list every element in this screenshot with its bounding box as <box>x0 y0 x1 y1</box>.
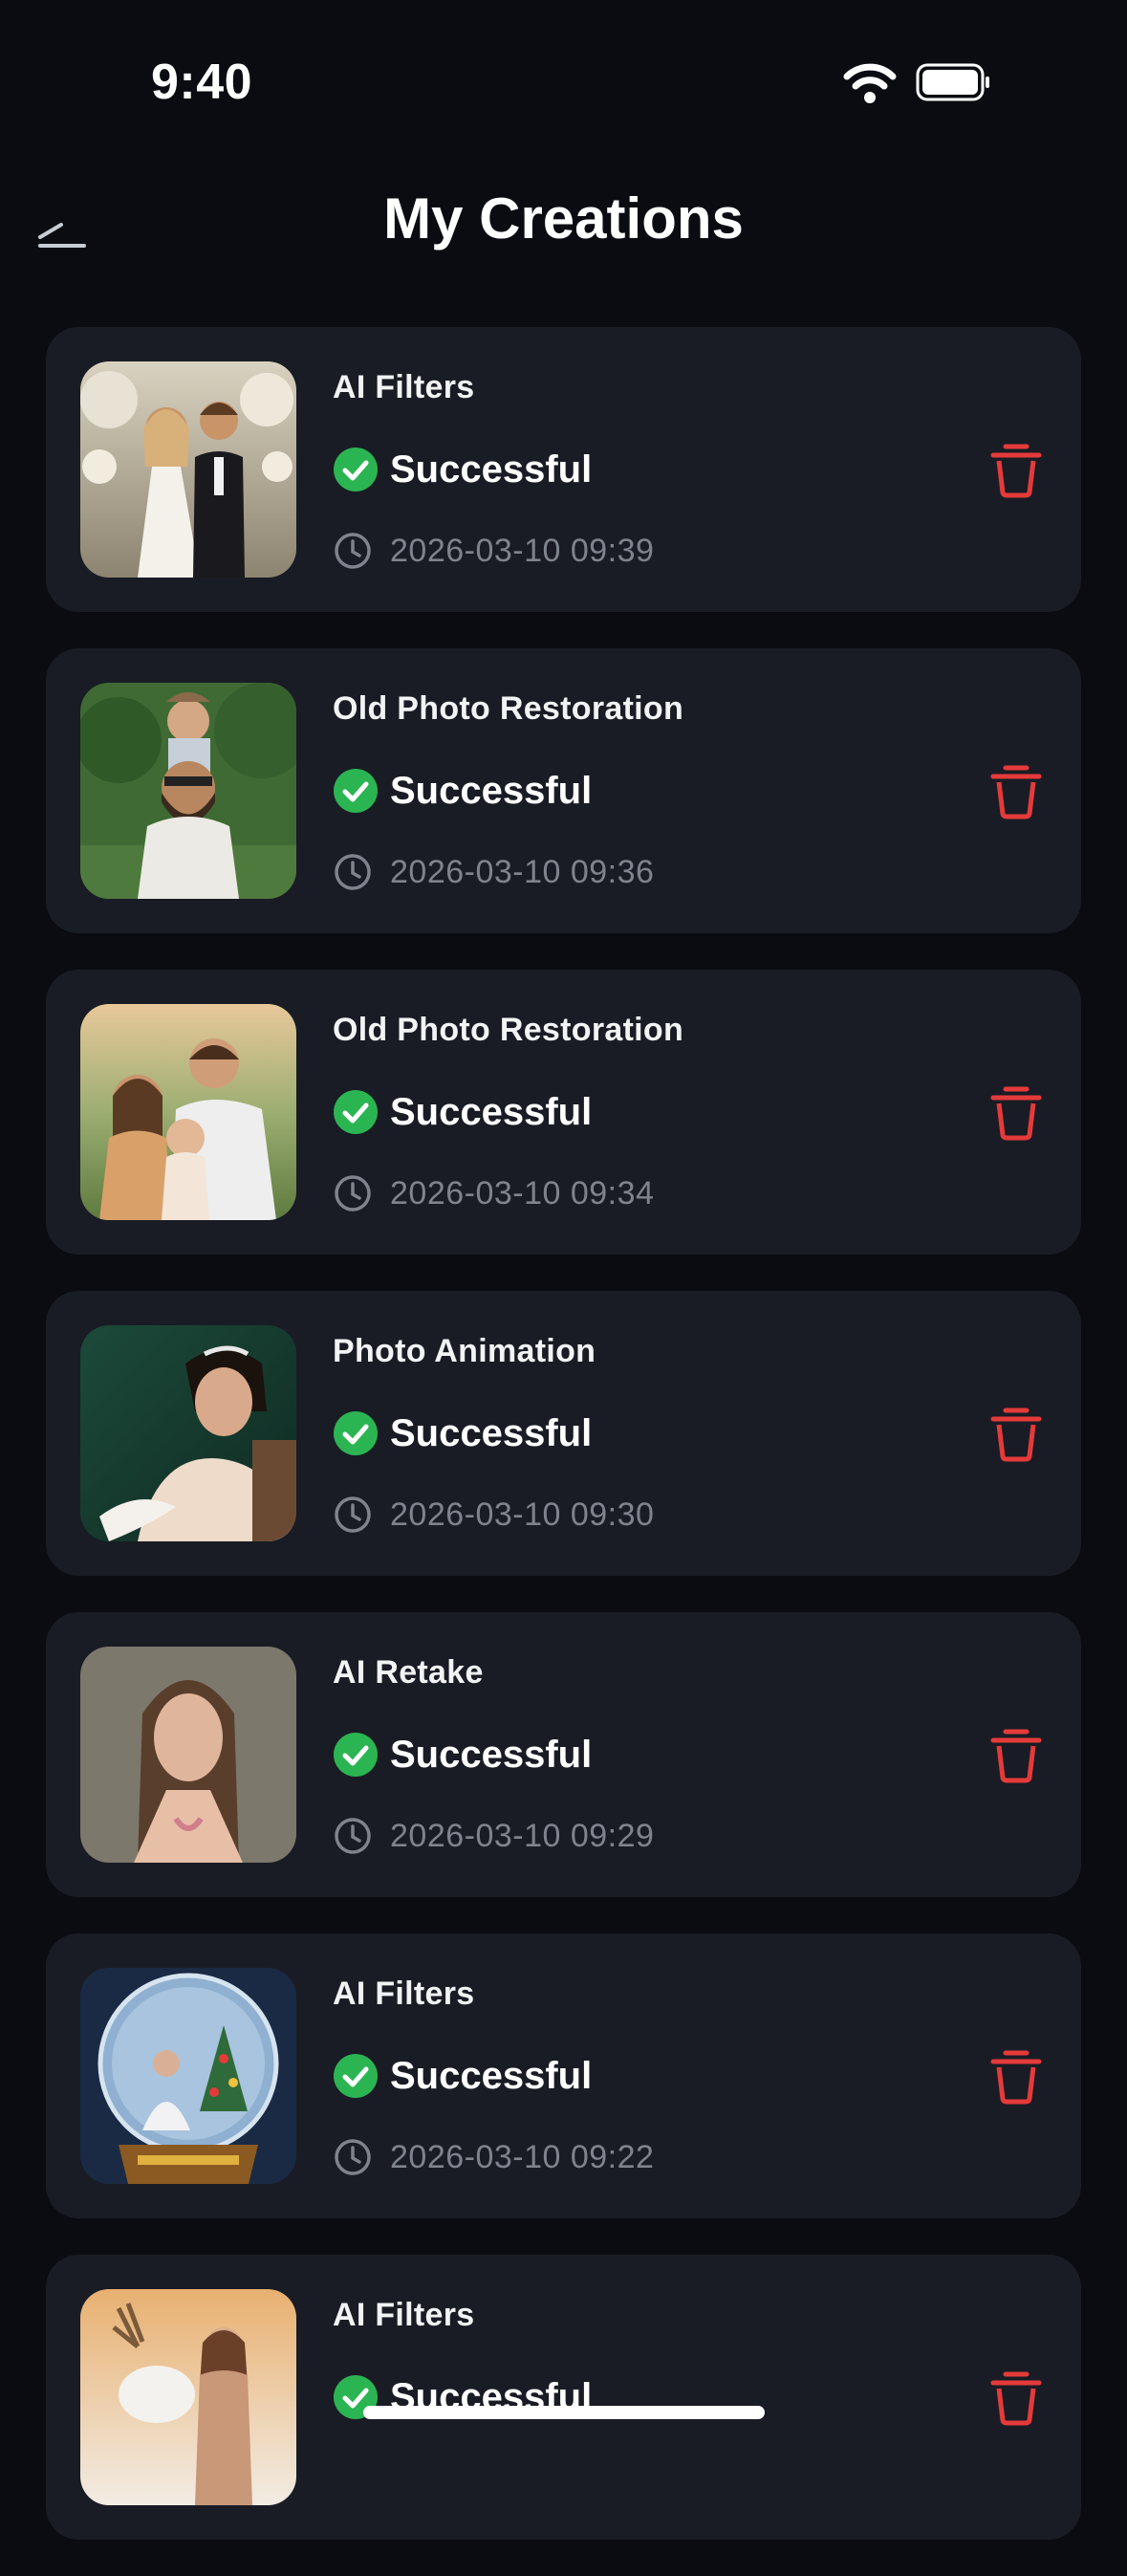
creation-title: AI Filters <box>333 369 475 405</box>
check-circle-icon <box>334 1090 378 1134</box>
creation-card[interactable]: AI Retake Successful 2026-03-10 09:29 <box>46 1612 1081 1897</box>
timestamp: 2026-03-10 09:29 <box>390 1817 655 1854</box>
family-thumbnail[interactable] <box>80 1004 296 1220</box>
woman-portrait-thumbnail[interactable] <box>80 1647 296 1863</box>
trash-icon[interactable] <box>985 1723 1048 1786</box>
status-row: Successful <box>333 446 592 493</box>
check-circle-icon <box>334 448 378 491</box>
check-circle-icon <box>334 1733 378 1777</box>
status-row: Successful <box>333 1409 592 1457</box>
reindeer-woman-thumbnail[interactable] <box>80 2289 296 2505</box>
status-text: Successful <box>390 1733 593 1776</box>
status-row: Successful <box>333 2052 592 2100</box>
creation-card[interactable]: AI Filters Successful 2026-03-10 09:39 <box>46 327 1081 612</box>
time-row: 2026-03-10 09:30 <box>333 1494 654 1536</box>
battery-icon <box>916 63 989 101</box>
creation-title: Old Photo Restoration <box>333 1012 684 1048</box>
check-circle-icon <box>334 769 378 813</box>
time-row: 2026-03-10 09:22 <box>333 2136 654 2178</box>
wedding-couple-thumbnail[interactable] <box>80 361 296 578</box>
clock-icon <box>335 1818 371 1854</box>
clock-icon <box>335 854 371 890</box>
status-row: Successful <box>333 1731 592 1779</box>
creation-card[interactable]: AI Filters Successful 2026-03-10 09:22 <box>46 1933 1081 2218</box>
clock-icon <box>335 2139 371 2175</box>
creation-title: AI Retake <box>333 1654 484 1691</box>
status-row: Successful <box>333 767 592 815</box>
trash-icon[interactable] <box>985 1081 1048 1144</box>
trash-icon[interactable] <box>985 438 1048 501</box>
time-row: 2026-03-10 09:39 <box>333 530 654 572</box>
nav-bar: My Creations <box>0 163 1127 277</box>
creation-title: AI Filters <box>333 2297 475 2333</box>
timestamp: 2026-03-10 09:36 <box>390 853 655 890</box>
trash-icon[interactable] <box>985 2366 1048 2429</box>
trash-icon[interactable] <box>985 1402 1048 1465</box>
timestamp: 2026-03-10 09:39 <box>390 532 655 569</box>
time-row: 2026-03-10 09:34 <box>333 1172 654 1214</box>
timestamp: 2026-03-10 09:34 <box>390 1174 655 1212</box>
status-text: Successful <box>390 1411 593 1454</box>
father-child-thumbnail[interactable] <box>80 683 296 899</box>
time-row: 2026-03-10 09:36 <box>333 851 654 893</box>
bride-portrait-thumbnail[interactable] <box>80 1325 296 1541</box>
timestamp: 2026-03-10 09:22 <box>390 2138 655 2175</box>
creation-title: Photo Animation <box>333 1333 596 1369</box>
creation-card[interactable]: AI Filters Successful <box>46 2255 1081 2540</box>
clock-icon <box>335 1175 371 1212</box>
check-circle-icon <box>334 1411 378 1455</box>
timestamp: 2026-03-10 09:30 <box>390 1495 655 1533</box>
status-text: Successful <box>390 448 593 491</box>
page-title: My Creations <box>383 186 744 251</box>
creation-card[interactable]: Photo Animation Successful 2026-03-10 09… <box>46 1291 1081 1576</box>
status-text: Successful <box>390 2054 593 2097</box>
status-text: Successful <box>390 1090 593 1133</box>
wifi-icon <box>843 63 897 103</box>
clock-icon <box>335 533 371 569</box>
status-time: 9:40 <box>151 55 253 110</box>
creation-card[interactable]: Old Photo Restoration Successful 2026-03… <box>46 970 1081 1255</box>
check-circle-icon <box>334 2054 378 2098</box>
creation-title: AI Filters <box>333 1976 475 2012</box>
creations-list: AI Filters Successful 2026-03-10 09:39 O… <box>46 327 1081 2576</box>
trash-icon[interactable] <box>985 759 1048 822</box>
status-bar: 9:40 <box>0 0 1127 143</box>
clock-icon <box>335 1496 371 1533</box>
snow-globe-thumbnail[interactable] <box>80 1968 296 2184</box>
status-row: Successful <box>333 1088 592 1136</box>
time-row: 2026-03-10 09:29 <box>333 1815 654 1857</box>
home-indicator[interactable] <box>363 2406 765 2419</box>
creation-title: Old Photo Restoration <box>333 690 684 727</box>
status-text: Successful <box>390 769 593 812</box>
creation-card[interactable]: Old Photo Restoration Successful 2026-03… <box>46 648 1081 933</box>
trash-icon[interactable] <box>985 2044 1048 2107</box>
